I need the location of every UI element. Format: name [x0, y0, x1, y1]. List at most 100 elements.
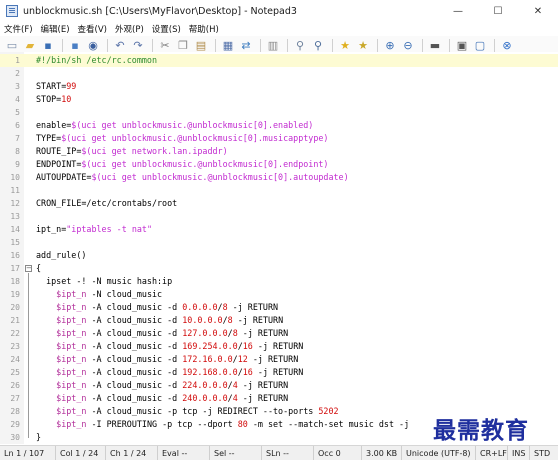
toolbar-separator — [377, 38, 378, 53]
line-number: 6 — [15, 121, 20, 130]
code-token: -j RETURN — [247, 354, 299, 364]
notepad-app-icon[interactable] — [6, 5, 18, 17]
code-text: $ipt_n -N cloud_music — [36, 288, 162, 301]
code-line[interactable]: 6 enable=$(uci get unblockmusic.@unblockm… — [0, 119, 558, 132]
code-text: ipset -! -N music hash:ip — [36, 275, 172, 288]
status-std[interactable]: STD — [530, 446, 556, 460]
code-token: ROUTE_IP= — [36, 146, 82, 156]
code-line[interactable]: 8 ROUTE_IP=$(uci get network.lan.ipaddr) — [0, 145, 558, 158]
code-line[interactable]: 1 #!/bin/sh /etc/rc.common — [0, 54, 558, 67]
toolbar-separator — [62, 38, 63, 53]
code-token: 127.0.0.0 — [182, 328, 228, 338]
code-token: -N cloud_music — [86, 289, 163, 299]
line-number: 24 — [10, 355, 20, 364]
code-token: 10.0.0.0 — [182, 315, 223, 325]
code-text: $ipt_n -A cloud_music -d 0.0.0.0/8 -j RE… — [36, 301, 278, 314]
code-line[interactable]: 9 ENDPOINT=$(uci get unblockmusic.@unbloc… — [0, 158, 558, 171]
toolbar-separator — [494, 38, 495, 53]
code-text: $ipt_n -A cloud_music -d 240.0.0.0/4 -j … — [36, 392, 288, 405]
code-line[interactable]: 21 $ipt_n -A cloud_music -d 10.0.0.0/8 -… — [0, 314, 558, 327]
code-line[interactable]: 10 AUTOUPDATE=$(uci get unblockmusic.@unb… — [0, 171, 558, 184]
fold-guide — [28, 273, 29, 438]
code-line[interactable]: 27 $ipt_n -A cloud_music -d 240.0.0.0/4 … — [0, 392, 558, 405]
code-token: -I PREROUTING -p tcp --dport — [86, 419, 238, 429]
code-token: #!/bin/sh /etc/rc.common — [36, 55, 158, 65]
menu-edit[interactable]: 编辑(E) — [37, 23, 74, 35]
status-ins[interactable]: INS — [508, 445, 530, 460]
fold-toggle-icon[interactable]: − — [25, 265, 32, 272]
code-line[interactable]: 15 — [0, 236, 558, 249]
status-file-size: 3.00 KB — [362, 445, 402, 460]
code-line[interactable]: 26 $ipt_n -A cloud_music -d 224.0.0.0/4 … — [0, 379, 558, 392]
code-token: -j RETURN — [237, 393, 289, 403]
minimize-button[interactable]: — — [438, 0, 478, 22]
code-text: #!/bin/sh /etc/rc.common — [36, 54, 157, 67]
code-token: 192.168.0.0 — [182, 367, 238, 377]
status-selection: Sel -- — [210, 445, 262, 460]
code-line[interactable]: 11 — [0, 184, 558, 197]
code-line[interactable]: 2 — [0, 67, 558, 80]
code-token: 172.16.0.0 — [182, 354, 233, 364]
code-line[interactable]: 18 ipset -! -N music hash:ip — [0, 275, 558, 288]
code-token: $ipt_n — [56, 393, 87, 403]
code-line[interactable]: 13 — [0, 210, 558, 223]
maximize-button[interactable]: ☐ — [478, 0, 518, 22]
code-line[interactable]: 24 $ipt_n -A cloud_music -d 172.16.0.0/1… — [0, 353, 558, 366]
code-token: 5202 — [318, 406, 339, 416]
status-column: Col 1 / 24 — [56, 445, 106, 460]
status-line[interactable]: Ln 1 / 107 — [0, 445, 56, 460]
code-token: CRON_FILE=/etc/crontabs/root — [36, 198, 178, 208]
code-editor[interactable]: 1 #!/bin/sh /etc/rc.common 2 3 START=99 4 STOP… — [0, 52, 558, 444]
code-line[interactable]: 3 START=99 — [0, 80, 558, 93]
code-line[interactable]: 23 $ipt_n -A cloud_music -d 169.254.0.0/… — [0, 340, 558, 353]
status-encoding[interactable]: Unicode (UTF-8) — [402, 445, 476, 460]
menu-file[interactable]: 文件(F) — [0, 23, 37, 35]
code-token: $(uci get unblockmusic.@unblockmusic[0].… — [91, 172, 349, 182]
code-token: $(uci get network.lan.ipaddr) — [81, 146, 228, 156]
line-number: 30 — [10, 433, 20, 442]
line-number: 18 — [10, 277, 20, 286]
line-number: 11 — [10, 186, 20, 195]
code-line[interactable]: 17 { — [0, 262, 558, 275]
code-line[interactable]: 12 CRON_FILE=/etc/crontabs/root — [0, 197, 558, 210]
line-number: 25 — [10, 368, 20, 377]
toolbar-separator — [107, 38, 108, 53]
code-text: { — [36, 262, 41, 275]
status-eol[interactable]: CR+LF — [476, 445, 508, 460]
toolbar-separator — [287, 38, 288, 53]
menu-view[interactable]: 查看(V) — [74, 23, 111, 35]
status-bar: Ln 1 / 107 Col 1 / 24 Ch 1 / 24 Eval -- … — [0, 445, 558, 460]
line-number: 19 — [10, 290, 20, 299]
code-line[interactable]: 25 $ipt_n -A cloud_music -d 192.168.0.0/… — [0, 366, 558, 379]
menu-appearance[interactable]: 外观(P) — [111, 23, 148, 35]
code-line[interactable]: 4 STOP=10 — [0, 93, 558, 106]
status-eval: Eval -- — [158, 445, 210, 460]
code-line[interactable]: 22 $ipt_n -A cloud_music -d 127.0.0.0/8 … — [0, 327, 558, 340]
code-line[interactable]: 5 — [0, 106, 558, 119]
code-text: ENDPOINT=$(uci get unblockmusic.@unblock… — [36, 158, 328, 171]
line-number: 17 — [10, 264, 20, 273]
line-number: 14 — [10, 225, 20, 234]
line-number: 15 — [10, 238, 20, 247]
code-line[interactable]: 20 $ipt_n -A cloud_music -d 0.0.0.0/8 -j… — [0, 301, 558, 314]
code-token: TYPE= — [36, 133, 62, 143]
code-token: $ipt_n — [56, 406, 87, 416]
close-button[interactable]: ✕ — [518, 0, 558, 22]
code-token: $ipt_n — [56, 419, 87, 429]
code-line[interactable]: 7 TYPE=$(uci get unblockmusic.@unblockmus… — [0, 132, 558, 145]
code-token: 99 — [66, 81, 77, 91]
toolbar-separator — [332, 38, 333, 53]
line-number: 27 — [10, 394, 20, 403]
code-line[interactable]: 16 add_rule() — [0, 249, 558, 262]
code-text: enable=$(uci get unblockmusic.@unblockmu… — [36, 119, 313, 132]
code-line[interactable]: 19 $ipt_n -N cloud_music — [0, 288, 558, 301]
menu-help[interactable]: 帮助(H) — [185, 23, 223, 35]
code-token: $ipt_n — [56, 289, 87, 299]
line-number: 9 — [15, 160, 20, 169]
menu-settings[interactable]: 设置(S) — [148, 23, 185, 35]
toolbar-separator — [449, 38, 450, 53]
code-line[interactable]: 14 ipt_n="iptables -t nat" — [0, 223, 558, 236]
